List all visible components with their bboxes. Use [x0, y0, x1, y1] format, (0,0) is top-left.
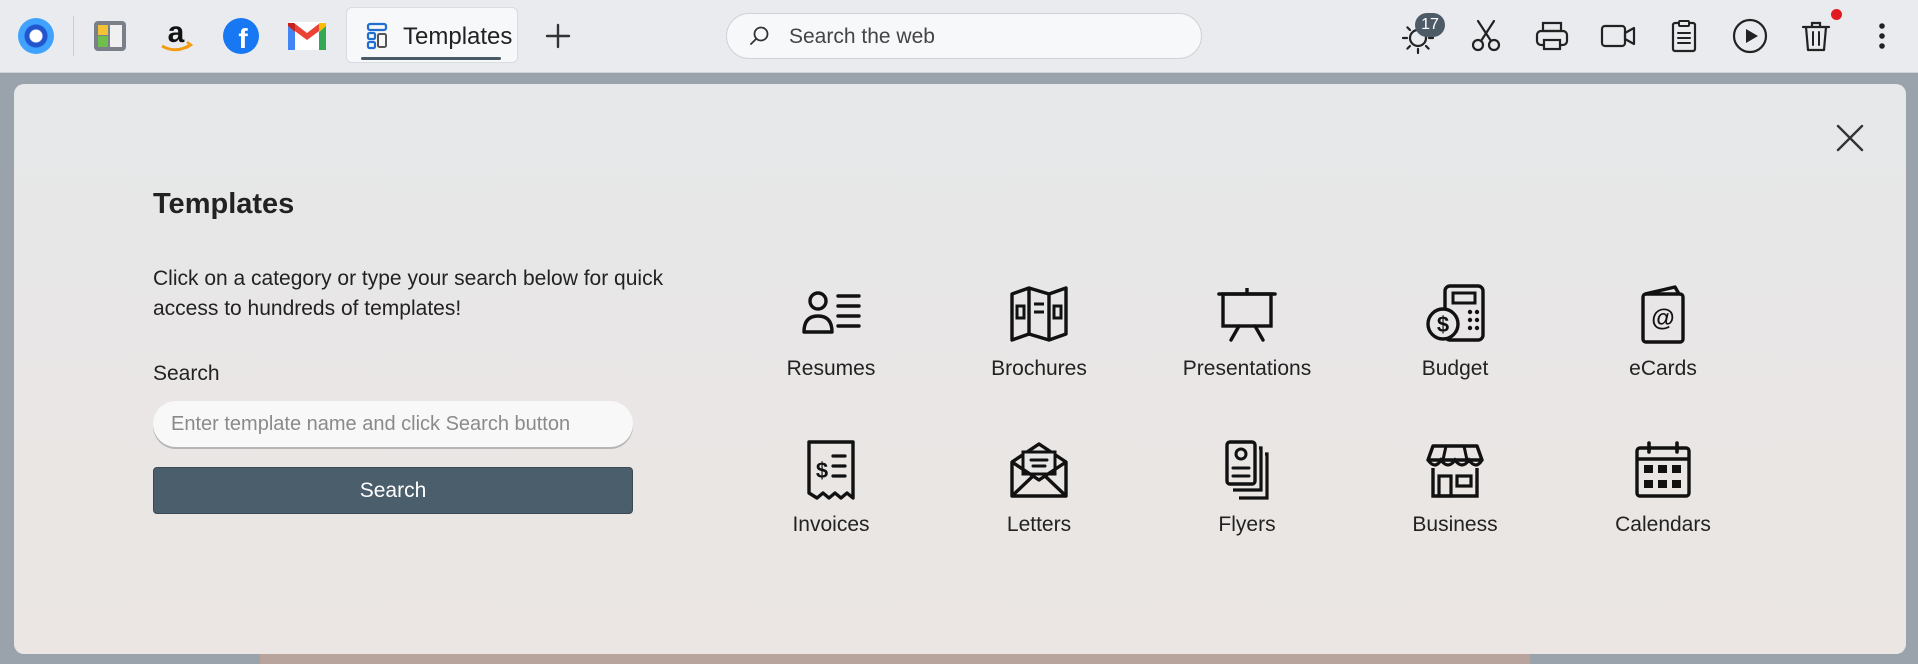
svg-text:@: @ [1651, 305, 1674, 332]
category-label: Letters [1006, 513, 1072, 536]
search-button[interactable]: Search [153, 467, 633, 514]
category-label: Calendars [1615, 513, 1711, 536]
category-label: Presentations [1182, 357, 1312, 380]
category-brochures[interactable]: Brochures [949, 284, 1129, 404]
svg-text:$: $ [816, 458, 828, 483]
category-invoices[interactable]: $ Invoices [741, 440, 921, 560]
play-icon[interactable] [1731, 17, 1769, 55]
app-logo-icon[interactable] [18, 18, 54, 54]
category-presentations[interactable]: Presentations [1157, 284, 1337, 404]
category-calendars[interactable]: Calendars [1573, 440, 1753, 560]
printer-icon[interactable] [1534, 18, 1570, 54]
templates-panel: Templates Click on a category or type yo… [14, 84, 1906, 654]
panel-description: Click on a category or type your search … [153, 267, 664, 320]
page-title: Templates [153, 188, 295, 220]
category-ecards[interactable]: @ eCards [1573, 284, 1753, 404]
calendar-icon [1633, 440, 1693, 500]
category-label: Invoices [792, 513, 870, 536]
svg-text:f: f [238, 23, 248, 54]
more-vertical-icon[interactable] [1868, 18, 1896, 54]
scissors-icon[interactable] [1468, 18, 1504, 54]
template-search-input[interactable] [153, 401, 633, 447]
svg-text:$: $ [1437, 312, 1449, 337]
amazon-icon[interactable]: a [156, 16, 196, 56]
tab-templates[interactable]: Templates [346, 7, 518, 63]
notification-dot [1831, 9, 1842, 20]
toolbar-divider [73, 16, 74, 56]
category-label: Resumes [786, 357, 876, 380]
category-budget[interactable]: $ Budget [1365, 284, 1545, 404]
brochure-icon [1009, 284, 1069, 344]
category-flyers[interactable]: Flyers [1157, 440, 1337, 560]
presentation-icon [1217, 284, 1277, 344]
active-tab-indicator [361, 57, 501, 60]
category-letters[interactable]: Letters [949, 440, 1129, 560]
ecard-icon: @ [1633, 284, 1693, 344]
category-business[interactable]: Business [1365, 440, 1545, 560]
search-icon [749, 25, 771, 47]
letter-icon [1009, 440, 1069, 500]
clipboard-icon[interactable] [1666, 18, 1702, 54]
close-icon[interactable] [1832, 120, 1868, 156]
category-label: Brochures [991, 357, 1087, 380]
invoice-icon: $ [801, 440, 861, 500]
weather-badge: 17 [1415, 13, 1445, 37]
web-search-box[interactable]: Search the web [726, 13, 1202, 59]
storefront-icon [1425, 440, 1485, 500]
budget-icon: $ [1425, 284, 1485, 344]
plus-icon[interactable] [542, 20, 574, 52]
panel-icon[interactable] [92, 18, 128, 54]
video-camera-icon[interactable] [1600, 18, 1636, 54]
svg-text:a: a [168, 16, 185, 49]
browser-toolbar: a f Templates Search the web 17 [0, 0, 1918, 73]
web-search-placeholder: Search the web [789, 25, 935, 48]
search-label: Search [153, 362, 220, 385]
category-label: eCards [1629, 357, 1697, 380]
category-resumes[interactable]: Resumes [741, 284, 921, 404]
tab-templates-label: Templates [403, 23, 513, 50]
gmail-icon[interactable] [287, 20, 327, 52]
resume-icon [801, 284, 861, 344]
facebook-icon[interactable]: f [222, 17, 260, 55]
category-label: Flyers [1218, 513, 1276, 536]
templates-icon [363, 22, 391, 50]
category-label: Budget [1421, 357, 1489, 380]
flyer-icon [1217, 440, 1277, 500]
trash-icon[interactable] [1798, 18, 1834, 54]
category-label: Business [1412, 513, 1498, 536]
